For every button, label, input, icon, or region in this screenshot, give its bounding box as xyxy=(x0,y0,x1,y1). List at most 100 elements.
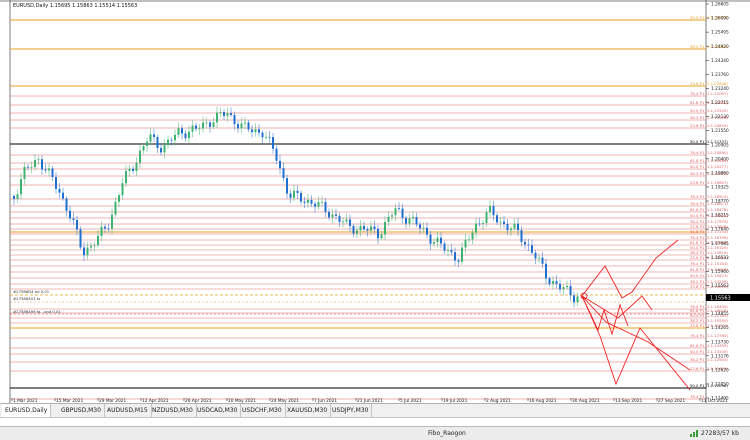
candle-body xyxy=(226,113,229,116)
candle-body xyxy=(149,134,152,142)
candle-body xyxy=(419,224,421,229)
candle-body xyxy=(443,243,446,251)
candle-body xyxy=(534,252,537,259)
candle-body xyxy=(286,178,288,194)
candle-body xyxy=(191,125,194,132)
candle-body xyxy=(37,159,40,161)
candle-body xyxy=(20,179,22,195)
candle-body xyxy=(485,212,488,224)
candle-body xyxy=(478,223,481,225)
chart-tabs-bar: EURUSD,Daily GBPUSD,M30 AUDUSD,M15 NZDUS… xyxy=(0,403,750,418)
candle-body xyxy=(517,223,519,231)
mt4-window: 50.0 P1 (1.1.26033) 38.2 P1 (1.1.24807) 23… xyxy=(0,0,750,440)
candle-body xyxy=(146,141,148,147)
tab-audusd-m15[interactable]: AUDUSD,M15 xyxy=(104,404,152,417)
price-axis-label: 1.13730 xyxy=(711,339,729,345)
price-axis-label: 1.15960 xyxy=(711,269,729,275)
candle-body xyxy=(72,218,75,220)
candle-body xyxy=(300,192,302,202)
candle-body xyxy=(261,132,264,138)
candle-body xyxy=(13,196,15,199)
fib-level-label: 76.4 P1 (1.1.15154) xyxy=(690,261,728,266)
candle-body xyxy=(198,128,201,130)
current-price-label: 1.15563 xyxy=(710,296,731,302)
candle-body xyxy=(499,221,502,223)
candle-body xyxy=(510,228,512,231)
candle-body xyxy=(468,239,470,241)
candle-body xyxy=(184,133,187,139)
candle-body xyxy=(349,219,351,226)
tab-nzdusd-m30[interactable]: NZDUSD,M30 xyxy=(149,404,197,417)
candle-body xyxy=(205,122,208,124)
order-label: #27586D4 ed 0.01 xyxy=(13,289,50,294)
candle-body xyxy=(482,223,484,224)
candle-body xyxy=(562,287,565,290)
candle-body xyxy=(566,285,568,288)
candle-body xyxy=(114,201,117,215)
price-axis-label: 1.14265 xyxy=(711,325,729,331)
candle-body xyxy=(317,202,320,207)
candle-body xyxy=(268,136,271,138)
tab-usdchf-m30[interactable]: USDCHF,M30 xyxy=(239,404,286,417)
candle-body xyxy=(202,122,204,129)
candle-body xyxy=(569,285,572,296)
candle-body xyxy=(219,112,222,113)
price-chart[interactable]: 50.0 P1 (1.1.26033)38.2 P1 (1.1.24807)23… xyxy=(0,0,750,403)
candle-body xyxy=(328,211,330,218)
candle-body xyxy=(503,221,505,224)
tab-usdjpy-m30[interactable]: USDJPY,M30 xyxy=(329,404,373,417)
candle-body xyxy=(107,228,110,230)
price-axis-label: 1.17640 xyxy=(711,227,729,233)
candle-body xyxy=(247,122,250,130)
candle-body xyxy=(41,159,43,170)
price-axis-label: 1.19325 xyxy=(711,185,729,191)
price-axis-label: 1.20400 xyxy=(711,156,729,162)
tab-gbpusd-m30[interactable]: GBPUSD,M30 xyxy=(58,404,105,417)
price-axis-label: 1.22130 xyxy=(711,114,729,120)
fib-level-label: 76.4 P1 (1.1.20890) xyxy=(690,150,728,155)
candle-body xyxy=(44,169,47,171)
candle-body xyxy=(34,160,36,168)
candle-body xyxy=(212,122,215,127)
candle-body xyxy=(128,168,131,171)
candle-body xyxy=(272,137,274,149)
candle-body xyxy=(380,234,383,239)
candle-body xyxy=(401,208,404,218)
candle-body xyxy=(79,229,82,248)
candle-body xyxy=(121,183,124,196)
chart-symbol-title: EURUSD,Daily 1.15695 1.15863 1.15514 1.1… xyxy=(13,3,137,9)
candle-body xyxy=(415,216,418,225)
candle-body xyxy=(363,225,365,230)
tab-usdcad-m30[interactable]: USDCAD,M30 xyxy=(194,404,242,417)
price-axis-label: 1.23760 xyxy=(711,72,729,78)
candle-body xyxy=(338,215,341,223)
candle-body xyxy=(440,237,442,244)
price-axis-label: 1.24340 xyxy=(711,58,729,64)
candle-body xyxy=(65,198,68,211)
candle-body xyxy=(310,199,313,204)
candle-body xyxy=(398,208,400,210)
candle-body xyxy=(48,168,50,171)
candle-body xyxy=(216,112,218,123)
price-axis-label: 1.26090 xyxy=(711,16,729,22)
candle-body xyxy=(552,281,554,284)
tab-eurusd-daily[interactable]: EURUSD,Daily xyxy=(2,404,52,418)
price-axis-label: 1.12620 xyxy=(711,367,729,373)
candle-body xyxy=(230,113,232,115)
candle-body xyxy=(27,166,29,168)
candle-body xyxy=(142,146,145,151)
candle-body xyxy=(265,136,267,138)
candle-body xyxy=(342,221,344,223)
candle-body xyxy=(23,166,26,180)
candle-body xyxy=(132,168,134,171)
status-bar: Fibo_Raogon 27283/57 kb xyxy=(0,426,750,440)
candle-body xyxy=(307,199,309,203)
price-axis-label: 1.17085 xyxy=(711,241,729,247)
candle-body xyxy=(139,150,141,163)
candle-body xyxy=(160,147,162,153)
candle-body xyxy=(464,239,467,248)
tab-xauusd-m30[interactable]: XAUUSD,M30 xyxy=(284,404,332,417)
fib-level-label: 23.6 P1 (1.1.22848) xyxy=(690,81,728,86)
candle-body xyxy=(135,162,138,171)
candle-body xyxy=(436,237,439,243)
